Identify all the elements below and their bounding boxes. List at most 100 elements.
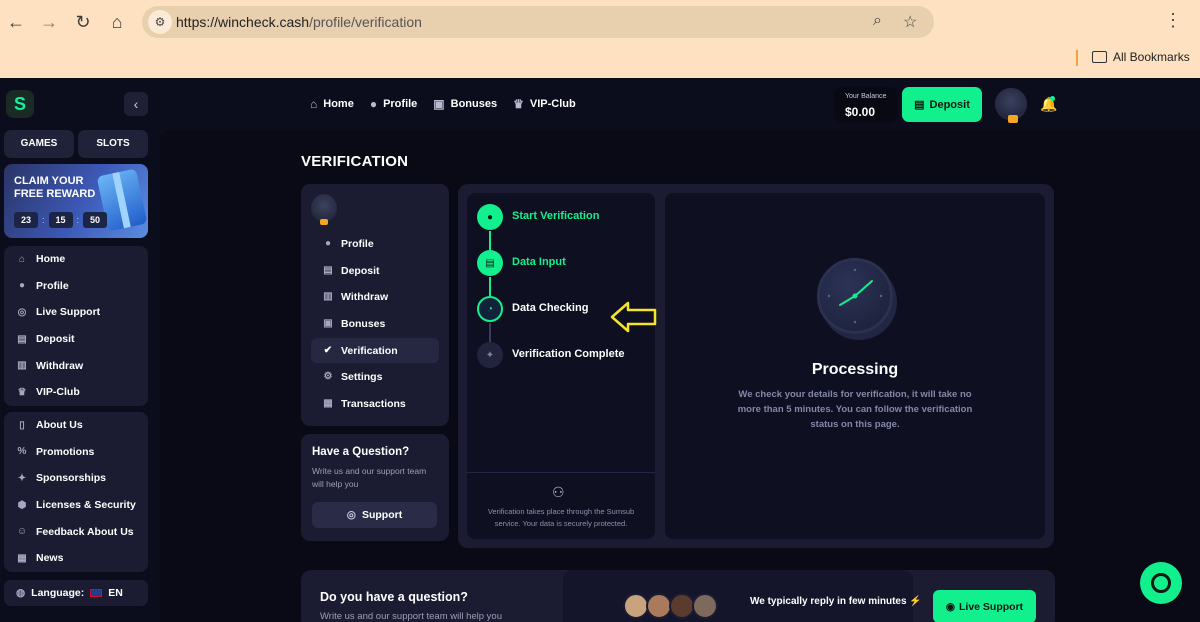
topnav-bonuses[interactable]: ▣ Bonuses: [433, 97, 497, 111]
deposit-button[interactable]: ▤ Deposit: [902, 87, 982, 122]
bookmark-separator: [1076, 50, 1078, 66]
withdraw-icon: ▥: [17, 360, 27, 372]
profile-menu-profile[interactable]: ● Profile: [311, 231, 439, 256]
sidebar-item-feedback[interactable]: ☺ Feedback About Us: [4, 518, 148, 545]
step-connector: [489, 277, 491, 296]
topnav-label: Home: [323, 98, 354, 110]
site-logo[interactable]: S: [6, 90, 34, 118]
sumsub-note: Verification takes place through the Sum…: [487, 507, 635, 528]
profile-menu-verification[interactable]: ✔ Verification: [311, 338, 439, 363]
step-current-clock-icon: ◔: [477, 296, 503, 322]
bookmarks-label: All Bookmarks: [1113, 50, 1190, 64]
sidebar-item-vip-club[interactable]: ♛ VIP-Club: [4, 379, 148, 406]
reward-timer: 23 : 15 : 50: [14, 212, 108, 228]
sidebar-item-deposit[interactable]: ▤ Deposit: [4, 326, 148, 353]
user-icon: ●: [369, 97, 378, 111]
profile-menu-withdraw[interactable]: ▥ Withdraw: [311, 284, 439, 309]
sidebar-item-profile[interactable]: ● Profile: [4, 273, 148, 300]
live-support-button[interactable]: ◉ Live Support: [933, 590, 1036, 622]
sidebar-item-news[interactable]: ▦ News: [4, 545, 148, 572]
question-title: Have a Question?: [312, 446, 410, 458]
top-navigation: ⌂ Home ● Profile ▣ Bonuses ♛ VIP-Club: [310, 97, 576, 111]
home-icon[interactable]: ⌂: [105, 10, 129, 34]
avatar: [311, 194, 337, 225]
wallet-icon: ▤: [914, 99, 925, 111]
all-bookmarks[interactable]: All Bookmarks: [1092, 50, 1190, 64]
support-team-avatars: [623, 593, 718, 619]
step-data-input: Data Input: [512, 256, 566, 268]
language-selector[interactable]: ◍ Language: EN: [4, 580, 148, 606]
question-card: Have a Question? Write us and our suppor…: [301, 434, 449, 541]
sidebar-item-label: Licenses & Security: [36, 499, 136, 512]
topnav-home[interactable]: ⌂ Home: [310, 97, 354, 111]
site-settings-icon[interactable]: ⚙: [148, 10, 172, 34]
url-text[interactable]: https://wincheck.cash/profile/verificati…: [176, 14, 422, 30]
balance-value: $0.00: [845, 105, 876, 119]
wallet-icon: ▤: [323, 265, 333, 276]
gift-icon: ▣: [433, 97, 445, 111]
bottom-desc: Write us and our support team will help …: [320, 611, 502, 622]
sidebar-item-sponsorships[interactable]: ✦ Sponsorships: [4, 465, 148, 492]
balance-label: Your Balance: [845, 93, 887, 100]
sidebar-item-live-support[interactable]: ◎ Live Support: [4, 299, 148, 326]
zoom-icon[interactable]: ⌕: [873, 12, 882, 30]
crown-icon: ♛: [17, 386, 27, 398]
chat-support-fab[interactable]: [1140, 562, 1182, 604]
sidebar-item-about-us[interactable]: ▯ About Us: [4, 412, 148, 439]
topnav-vip-club[interactable]: ♛ VIP-Club: [513, 97, 576, 111]
sidebar-item-promotions[interactable]: % Promotions: [4, 439, 148, 466]
reload-icon[interactable]: ↻: [71, 10, 95, 34]
feedback-icon: ☺: [16, 526, 28, 538]
user-icon: ●: [324, 238, 332, 249]
shield-icon: ⬢: [17, 499, 27, 511]
topnav-label: VIP-Club: [529, 98, 576, 110]
chat-icon: ◉: [945, 600, 955, 613]
check-badge-icon: ✔: [323, 345, 333, 356]
sidebar-item-home[interactable]: ⌂ Home: [4, 246, 148, 273]
profile-menu-label: Verification: [341, 344, 398, 357]
home-icon: ⌂: [310, 97, 318, 111]
profile-menu-deposit[interactable]: ▤ Deposit: [311, 258, 439, 283]
profile-menu-bonuses[interactable]: ▣ Bonuses: [311, 311, 439, 336]
home-icon: ⌂: [18, 253, 26, 265]
reward-title: CLAIM YOUR FREE REWARD: [14, 175, 96, 200]
sidebar-item-label: News: [36, 552, 64, 565]
slots-button[interactable]: SLOTS: [78, 130, 148, 158]
forward-arrow-icon[interactable]: →: [37, 10, 61, 34]
sidebar-item-withdraw[interactable]: ▥ Withdraw: [4, 352, 148, 379]
collapse-sidebar-button[interactable]: ‹: [124, 92, 148, 116]
back-arrow-icon[interactable]: ←: [4, 10, 28, 34]
claim-reward-banner[interactable]: CLAIM YOUR FREE REWARD 23 : 15 : 50: [4, 164, 148, 238]
headset-icon: ◎: [17, 306, 27, 318]
live-support-label: Live Support: [959, 600, 1024, 613]
deposit-label: Deposit: [929, 98, 970, 111]
clock-icon: [817, 258, 893, 334]
profile-menu-label: Withdraw: [341, 290, 389, 303]
sumsub-logo-icon: ⚇: [552, 484, 565, 500]
topnav-profile[interactable]: ● Profile: [370, 97, 417, 111]
step-connector: [489, 323, 491, 342]
step-verification-complete: Verification Complete: [512, 348, 625, 360]
address-bar[interactable]: ⚙ https://wincheck.cash/profile/verifica…: [142, 6, 934, 38]
withdraw-icon: ▥: [323, 291, 333, 302]
wallet-icon: ▤: [17, 333, 27, 345]
support-button[interactable]: ◎ Support: [312, 502, 437, 528]
browser-menu-icon[interactable]: ⋮: [1164, 10, 1182, 31]
avatar[interactable]: [995, 88, 1027, 123]
notification-dot: [1050, 96, 1055, 101]
profile-menu-transactions[interactable]: ▦ Transactions: [311, 391, 439, 416]
clock-hands: [827, 268, 883, 324]
sidebar-item-label: Feedback About Us: [36, 525, 134, 538]
profile-menu-settings[interactable]: ⚙ Settings: [311, 364, 439, 389]
profile-menu-label: Transactions: [341, 397, 406, 410]
timer-separator: :: [42, 215, 45, 225]
games-button[interactable]: GAMES: [4, 130, 74, 158]
globe-icon: ◍: [16, 587, 26, 599]
language-value: EN: [108, 587, 123, 599]
gear-icon: ⚙: [323, 371, 333, 382]
profile-menu-label: Bonuses: [341, 317, 386, 330]
sidebar-item-licenses-security[interactable]: ⬢ Licenses & Security: [4, 492, 148, 519]
bookmark-star-icon[interactable]: ☆: [903, 12, 917, 32]
bottom-title: Do you have a question?: [320, 590, 468, 604]
page-title: VERIFICATION: [301, 153, 409, 170]
